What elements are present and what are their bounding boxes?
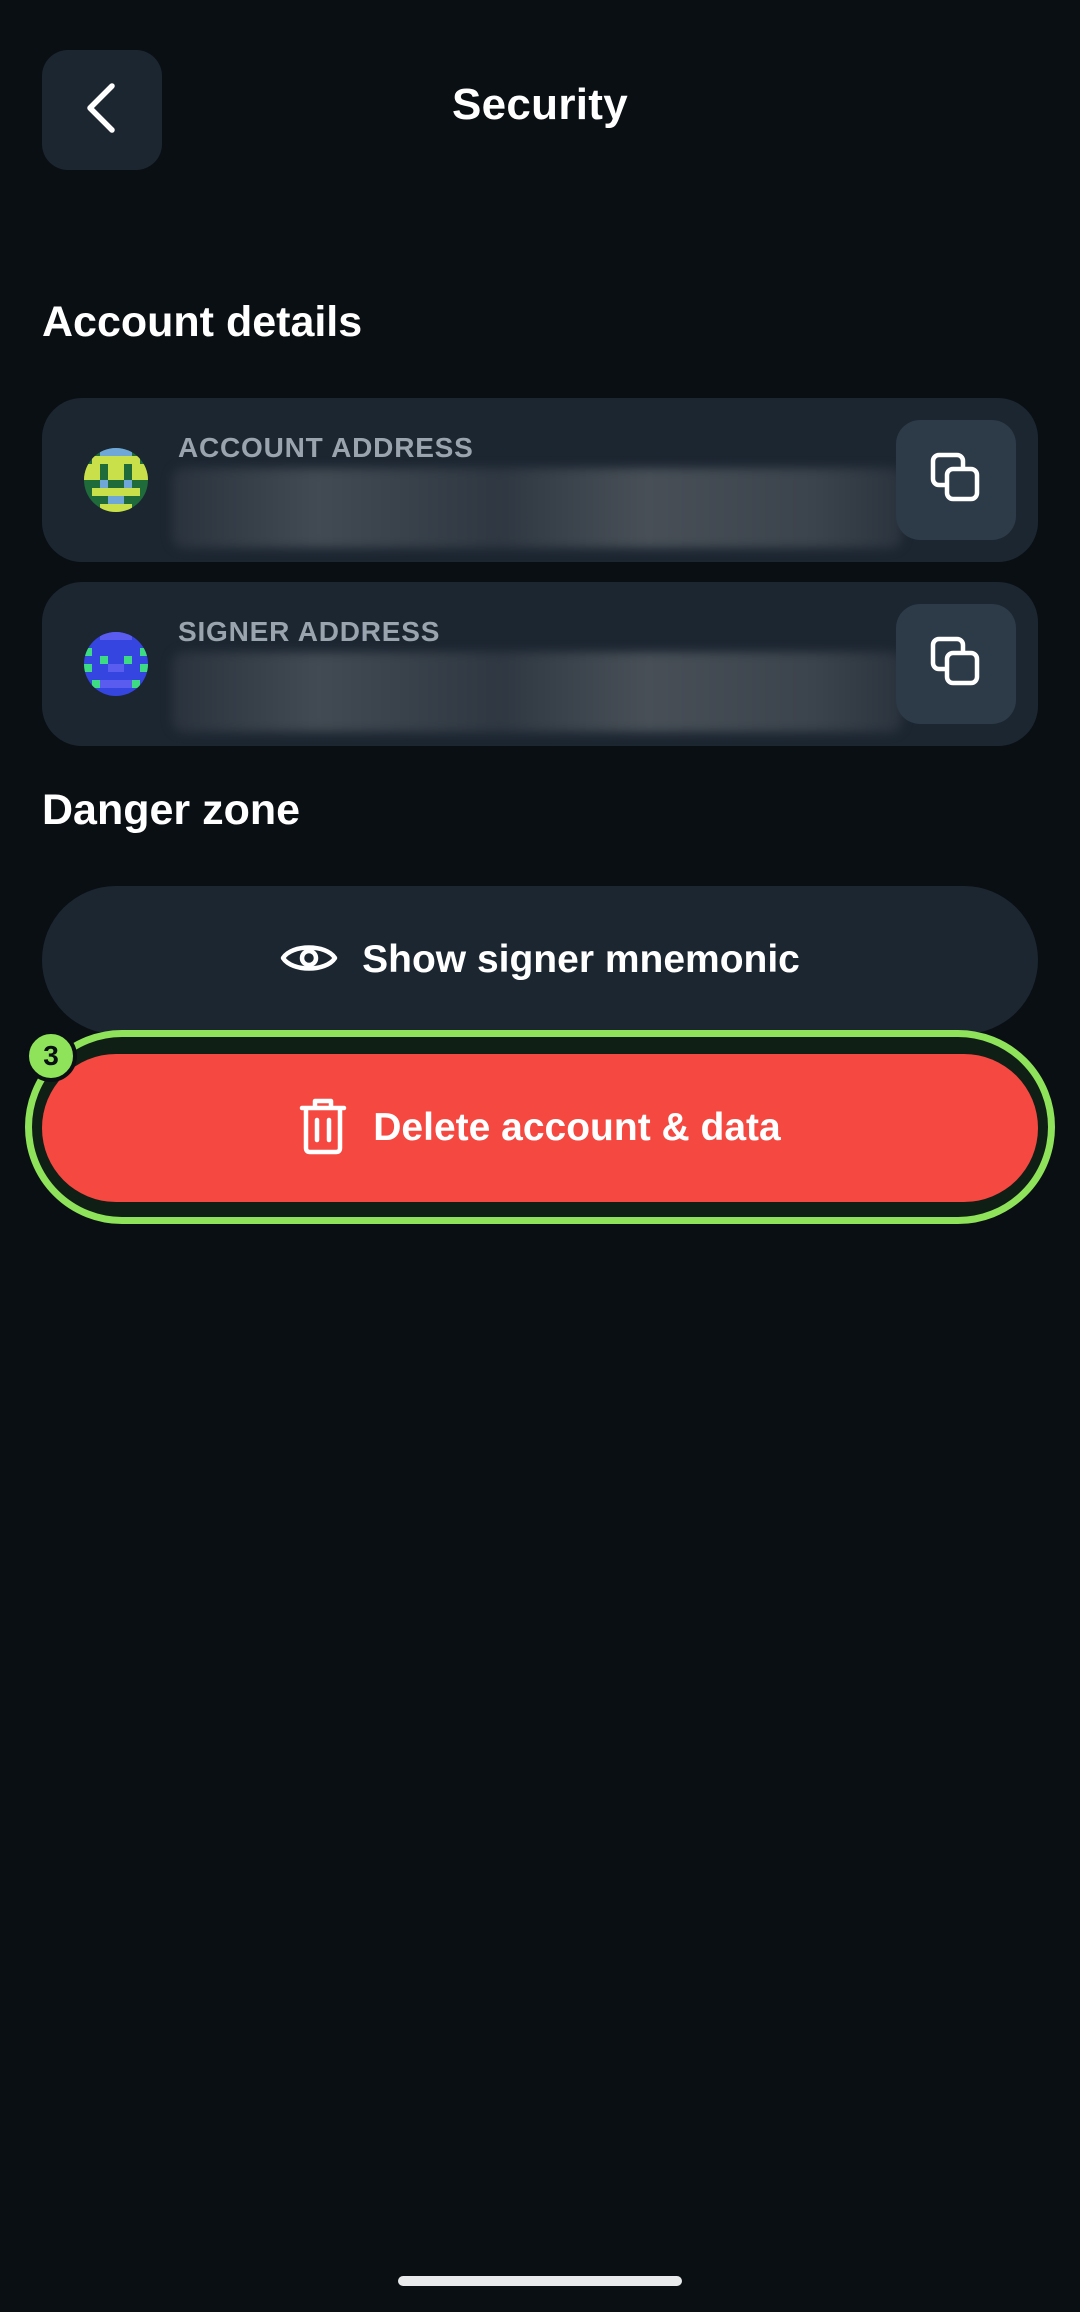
show-signer-mnemonic-button[interactable]: Show signer mnemonic xyxy=(42,886,1038,1034)
delete-account-label: Delete account & data xyxy=(373,1106,781,1149)
security-screen: Security Account details ACCOUNT ADDRESS xyxy=(0,0,1080,2312)
copy-signer-address-button[interactable] xyxy=(896,604,1016,724)
danger-zone-heading: Danger zone xyxy=(42,786,301,834)
eye-icon xyxy=(280,938,338,983)
signer-address-label: SIGNER ADDRESS xyxy=(178,616,441,647)
delete-account-button[interactable]: Delete account & data xyxy=(42,1054,1038,1202)
step-badge: 3 xyxy=(25,1030,77,1082)
trash-icon xyxy=(299,1096,347,1161)
account-address-value-blurred xyxy=(172,468,902,548)
copy-account-address-button[interactable] xyxy=(896,420,1016,540)
copy-icon xyxy=(928,450,984,511)
account-address-label: ACCOUNT ADDRESS xyxy=(178,432,474,463)
home-indicator[interactable] xyxy=(398,2276,682,2286)
signer-address-card: SIGNER ADDRESS xyxy=(42,582,1038,746)
account-details-heading: Account details xyxy=(42,298,363,346)
page-title: Security xyxy=(451,80,629,129)
signer-address-value-blurred xyxy=(172,652,902,732)
copy-icon xyxy=(928,634,984,695)
signer-avatar xyxy=(84,632,148,696)
account-avatar xyxy=(84,448,148,512)
show-signer-mnemonic-label: Show signer mnemonic xyxy=(362,938,800,981)
account-address-card: ACCOUNT ADDRESS xyxy=(42,398,1038,562)
